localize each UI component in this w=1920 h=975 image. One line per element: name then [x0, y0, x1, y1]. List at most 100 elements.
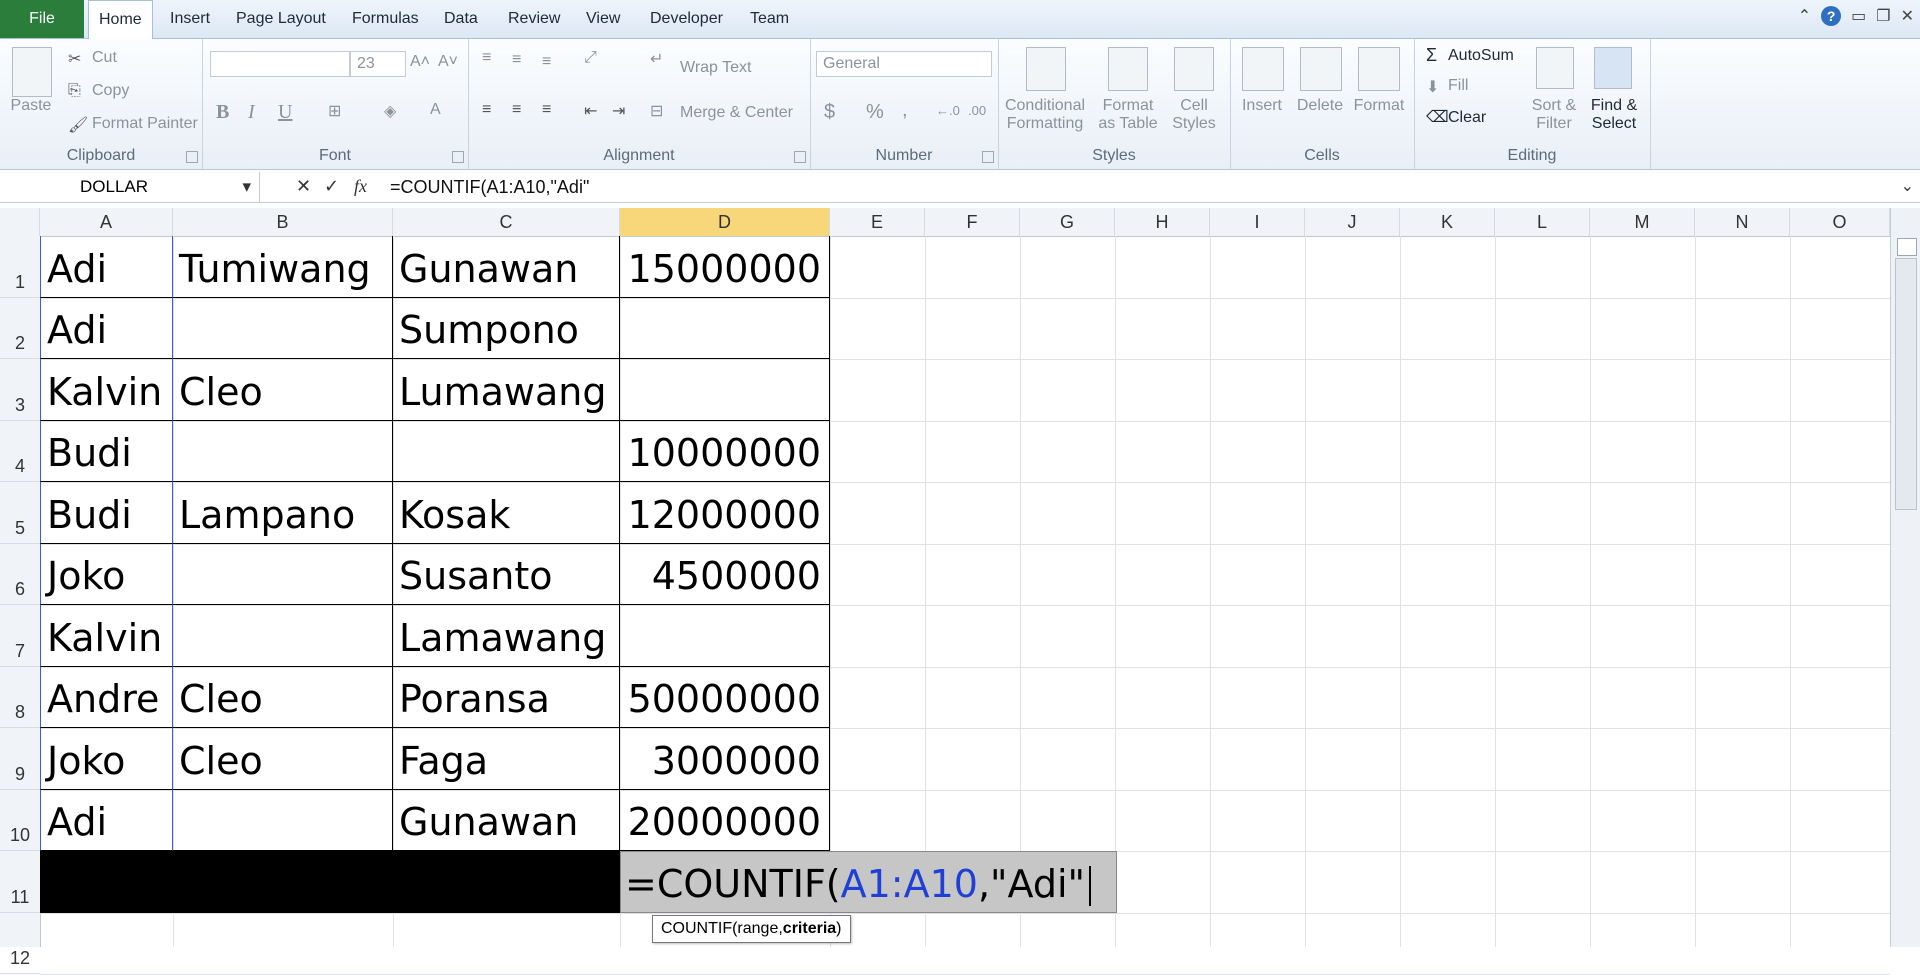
font-color-icon[interactable]: A: [430, 101, 441, 119]
number-launcher-icon[interactable]: [982, 151, 994, 163]
cell-d6[interactable]: 4500000: [620, 543, 830, 605]
wrap-text-button[interactable]: Wrap Text: [680, 59, 751, 77]
cell-b4[interactable]: [173, 420, 393, 482]
cell-a7[interactable]: Kalvin: [40, 605, 173, 667]
cancel-icon[interactable]: ✕: [296, 176, 311, 197]
name-box[interactable]: DOLLAR ▾: [0, 172, 260, 202]
row-header-3[interactable]: 3: [0, 359, 40, 421]
format-cells-button[interactable]: Format: [1348, 97, 1410, 115]
column-header-h[interactable]: H: [1115, 208, 1210, 236]
cell-b2[interactable]: [173, 297, 393, 359]
cell-d1[interactable]: 15000000: [620, 236, 830, 298]
shrink-font-icon[interactable]: A˅: [438, 53, 458, 71]
column-header-e[interactable]: E: [830, 208, 925, 236]
number-format-combo[interactable]: General: [816, 51, 992, 77]
scroll-up-icon[interactable]: [1897, 238, 1917, 256]
formula-input[interactable]: =COUNTIF(A1:A10,"Adi": [390, 172, 589, 202]
column-header-f[interactable]: F: [925, 208, 1020, 236]
column-header-a[interactable]: A: [40, 208, 173, 236]
cell-a10[interactable]: Adi: [40, 789, 173, 851]
paste-button[interactable]: Paste: [6, 97, 56, 115]
column-header-j[interactable]: J: [1305, 208, 1400, 236]
close-icon[interactable]: ✕: [1901, 6, 1914, 26]
align-center-icon[interactable]: ≡: [512, 101, 521, 119]
autosum-button[interactable]: AutoSum: [1448, 47, 1514, 65]
cell-a2[interactable]: Adi: [40, 297, 173, 359]
minimize-icon[interactable]: ▭: [1851, 6, 1866, 26]
insert-cells-button[interactable]: Insert: [1232, 97, 1292, 115]
align-right-icon[interactable]: ≡: [542, 101, 551, 119]
row-header-2[interactable]: 2: [0, 298, 40, 359]
cell-b3[interactable]: Cleo: [173, 359, 393, 421]
currency-button[interactable]: $: [824, 101, 835, 124]
increase-indent-icon[interactable]: ⇥: [612, 101, 625, 121]
cell-d3[interactable]: [620, 359, 830, 421]
underline-button[interactable]: U: [278, 101, 292, 124]
cell-c5[interactable]: Kosak: [393, 482, 620, 544]
row-header-6[interactable]: 6: [0, 544, 40, 605]
format-as-table-button[interactable]: Format as Table: [1092, 97, 1164, 133]
row-header-7[interactable]: 7: [0, 605, 40, 667]
align-left-icon[interactable]: ≡: [482, 101, 491, 119]
align-middle-icon[interactable]: ≡: [512, 51, 521, 69]
tab-review[interactable]: Review: [498, 0, 570, 38]
cell-a4[interactable]: Budi: [40, 420, 173, 482]
row-header-11[interactable]: 11: [0, 851, 40, 913]
row-header-8[interactable]: 8: [0, 667, 40, 728]
conditional-formatting-button[interactable]: Conditional Formatting: [998, 97, 1092, 133]
tab-home[interactable]: Home: [88, 0, 153, 39]
alignment-launcher-icon[interactable]: [794, 151, 806, 163]
tab-insert[interactable]: Insert: [160, 0, 220, 38]
cell-b8[interactable]: Cleo: [173, 666, 393, 728]
font-launcher-icon[interactable]: [452, 151, 464, 163]
row-header-5[interactable]: 5: [0, 482, 40, 544]
cell-a5[interactable]: Budi: [40, 482, 173, 544]
cell-b7[interactable]: [173, 605, 393, 667]
cell-d8[interactable]: 50000000: [620, 666, 830, 728]
column-header-k[interactable]: K: [1400, 208, 1495, 236]
bold-button[interactable]: B: [216, 101, 229, 124]
borders-icon[interactable]: ⊞: [328, 101, 341, 121]
cell-a3[interactable]: Kalvin: [40, 359, 173, 421]
column-header-o[interactable]: O: [1790, 208, 1890, 236]
tab-page-layout[interactable]: Page Layout: [226, 0, 336, 38]
column-header-i[interactable]: I: [1210, 208, 1305, 236]
column-header-g[interactable]: G: [1020, 208, 1115, 236]
ribbon-minimize-icon[interactable]: ⌃: [1798, 6, 1811, 26]
percent-button[interactable]: %: [866, 101, 884, 124]
find-select-button[interactable]: Find & Select: [1584, 97, 1644, 133]
column-header-b[interactable]: B: [173, 208, 393, 236]
column-header-d[interactable]: D: [620, 208, 830, 236]
column-header-n[interactable]: N: [1695, 208, 1790, 236]
cut-button[interactable]: Cut: [92, 49, 117, 67]
cell-b5[interactable]: Lampano: [173, 482, 393, 544]
italic-button[interactable]: I: [248, 101, 255, 124]
sort-filter-button[interactable]: Sort & Filter: [1524, 97, 1584, 133]
restore-icon[interactable]: ❐: [1876, 6, 1890, 26]
cell-c1[interactable]: Gunawan: [393, 236, 620, 298]
cell-c8[interactable]: Poransa: [393, 666, 620, 728]
fill-button[interactable]: Fill: [1448, 77, 1468, 95]
cell-d5[interactable]: 12000000: [620, 482, 830, 544]
name-box-dropdown-icon[interactable]: ▾: [242, 177, 251, 197]
cell-c6[interactable]: Susanto: [393, 543, 620, 605]
cell-a8[interactable]: Andre: [40, 666, 173, 728]
expand-formula-bar-icon[interactable]: ⌄: [1901, 176, 1914, 196]
format-painter-button[interactable]: Format Painter: [92, 115, 198, 133]
cell-d11-editing[interactable]: =COUNTIF(A1:A10 ,"Adi": [620, 851, 1117, 913]
cell-b6[interactable]: [173, 543, 393, 605]
tab-formulas[interactable]: Formulas: [342, 0, 429, 38]
scroll-thumb[interactable]: [1895, 258, 1917, 510]
decrease-decimal-icon[interactable]: .00: [968, 103, 986, 118]
cell-d4[interactable]: 10000000: [620, 420, 830, 482]
merge-center-button[interactable]: Merge & Center: [680, 104, 793, 122]
align-bottom-icon[interactable]: ≡: [542, 53, 551, 71]
help-icon[interactable]: ?: [1821, 6, 1842, 26]
cell-c3[interactable]: Lumawang: [393, 359, 620, 421]
cell-b9[interactable]: Cleo: [173, 728, 393, 790]
tab-file[interactable]: File: [0, 0, 84, 38]
decrease-indent-icon[interactable]: ⇤: [584, 101, 597, 121]
tab-view[interactable]: View: [576, 0, 630, 38]
cell-b10[interactable]: [173, 789, 393, 851]
enter-icon[interactable]: ✓: [324, 176, 339, 197]
